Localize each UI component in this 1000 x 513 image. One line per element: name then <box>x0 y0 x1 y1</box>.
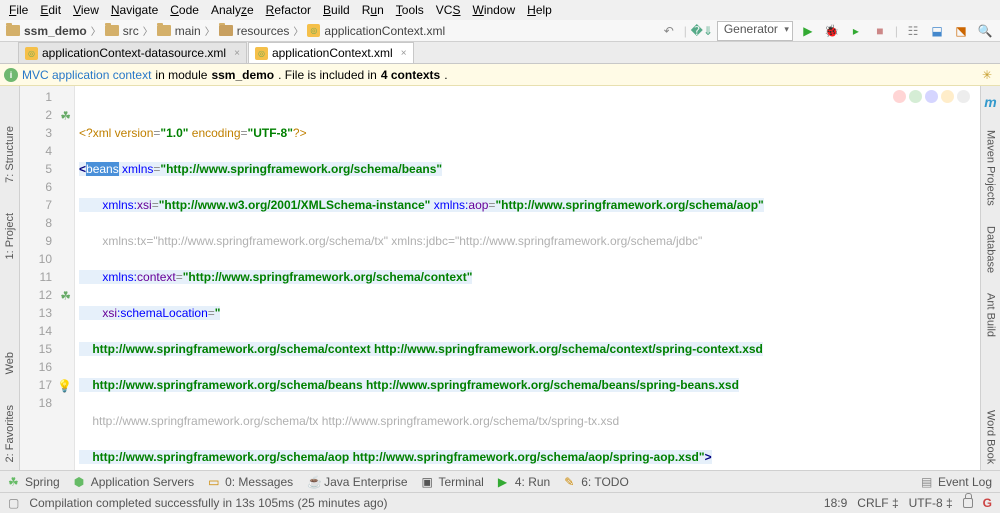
menu-run[interactable]: Run <box>357 1 389 19</box>
spring-bean-icon[interactable]: ☘ <box>57 107 71 121</box>
menu-view[interactable]: View <box>68 1 104 19</box>
tool-javaee[interactable]: ☕Java Enterprise <box>307 475 407 489</box>
bulb-icon[interactable]: 💡 <box>57 377 71 391</box>
xml-file-icon: ◎ <box>307 24 320 37</box>
breadcrumb-main[interactable]: main <box>175 24 201 38</box>
menu-navigate[interactable]: Navigate <box>106 1 163 19</box>
error-indicator-icon <box>893 90 906 103</box>
run-button[interactable]: ▶ <box>799 22 817 40</box>
editor-tabs: ◎ applicationContext-datasource.xml × ◎ … <box>0 42 1000 64</box>
sdk-button[interactable]: ⬓ <box>928 22 946 40</box>
close-icon[interactable]: × <box>401 48 407 59</box>
menu-edit[interactable]: Edit <box>35 1 66 19</box>
xml-file-icon: ◎ <box>25 47 38 60</box>
hint-text: in module <box>155 68 207 82</box>
chevron-right-icon: 〉 <box>293 23 303 38</box>
context-hint-bar: i MVC application context in module ssm_… <box>0 64 1000 86</box>
maven-icon: m <box>984 94 996 110</box>
off-indicator-icon <box>957 90 970 103</box>
folder-icon <box>105 25 119 36</box>
tab-appcontext[interactable]: ◎ applicationContext.xml × <box>248 42 414 63</box>
caret-position[interactable]: 18:9 <box>824 496 847 510</box>
hint-text: . File is included in <box>278 68 377 82</box>
menu-code[interactable]: Code <box>165 1 204 19</box>
menu-tools[interactable]: Tools <box>391 1 429 19</box>
resources-folder-icon <box>219 25 233 36</box>
xml-file-icon: ◎ <box>255 47 268 60</box>
stop-button[interactable]: ■ <box>871 22 889 40</box>
tool-favorites[interactable]: 2: Favorites <box>4 405 16 462</box>
status-message: Compilation completed successfully in 13… <box>29 496 387 510</box>
tool-structure[interactable]: 7: Structure <box>4 126 16 183</box>
file-encoding[interactable]: UTF-8 ‡ <box>909 496 953 510</box>
menu-file[interactable]: File <box>4 1 33 19</box>
project-structure-button[interactable]: ☷ <box>904 22 922 40</box>
tab-label: applicationContext-datasource.xml <box>42 46 226 60</box>
editor: 12345 678910 1112131415 161718 ☘ ☘ 💡 <?x… <box>20 86 980 470</box>
goto-icon[interactable]: G <box>983 496 992 510</box>
coverage-button[interactable]: ▸ <box>847 22 865 40</box>
gutter: 12345 678910 1112131415 161718 ☘ ☘ 💡 <box>20 86 75 470</box>
main-area: 7: Structure 1: Project Web 2: Favorites… <box>0 86 1000 470</box>
menu-bar: File Edit View Navigate Code Analyze Ref… <box>0 0 1000 20</box>
tab-label: applicationContext.xml <box>272 46 393 60</box>
status-hide-button[interactable]: ▢ <box>8 496 19 510</box>
tool-wordbook[interactable]: Word Book <box>985 410 997 464</box>
info-icon: i <box>4 68 18 82</box>
lock-icon[interactable] <box>963 498 973 508</box>
hint-link[interactable]: MVC application context <box>22 68 151 82</box>
chevron-right-icon: 〉 <box>91 23 101 38</box>
search-button[interactable]: 🔍 <box>976 22 994 40</box>
debug-button[interactable]: 🐞 <box>823 22 841 40</box>
breadcrumb-src[interactable]: src <box>123 24 139 38</box>
info-indicator-icon <box>925 90 938 103</box>
gear-icon[interactable]: ✳ <box>982 68 992 82</box>
ok-indicator-icon <box>909 90 922 103</box>
tool-ant[interactable]: Ant Build <box>985 293 997 337</box>
tool-project[interactable]: 1: Project <box>4 213 16 259</box>
tool-todo[interactable]: ✎6: TODO <box>564 475 629 489</box>
close-icon[interactable]: × <box>234 48 240 59</box>
warn-indicator-icon <box>941 90 954 103</box>
build-button[interactable]: �⇓ <box>693 22 711 40</box>
right-tool-strip: m Maven Projects Database Ant Build Word… <box>980 86 1000 470</box>
run-config-combo[interactable]: Generator <box>717 21 793 41</box>
chevron-right-icon: 〉 <box>143 23 153 38</box>
menu-vcs[interactable]: VCS <box>431 1 466 19</box>
tool-database[interactable]: Database <box>985 226 997 273</box>
bottom-tool-strip: ☘Spring ⬢Application Servers ▭0: Message… <box>0 470 1000 492</box>
spring-bean-icon[interactable]: ☘ <box>57 287 71 301</box>
left-tool-strip: 7: Structure 1: Project Web 2: Favorites <box>0 86 20 470</box>
folder-icon <box>157 25 171 36</box>
menu-help[interactable]: Help <box>522 1 557 19</box>
tool-terminal[interactable]: ▣Terminal <box>422 475 484 489</box>
tool-web[interactable]: Web <box>4 352 16 374</box>
settings-button[interactable]: ⬔ <box>952 22 970 40</box>
breadcrumb-file[interactable]: applicationContext.xml <box>324 24 445 38</box>
navigation-bar: ssm_demo 〉 src 〉 main 〉 resources 〉 ◎ ap… <box>0 20 1000 42</box>
tab-datasource[interactable]: ◎ applicationContext-datasource.xml × <box>18 42 247 63</box>
chevron-right-icon: 〉 <box>205 23 215 38</box>
inspection-indicators <box>893 90 970 103</box>
tool-maven[interactable]: Maven Projects <box>985 130 997 206</box>
tool-run[interactable]: ▶4: Run <box>498 475 550 489</box>
menu-refactor[interactable]: Refactor <box>261 1 316 19</box>
tool-eventlog[interactable]: ▤Event Log <box>921 475 992 489</box>
menu-build[interactable]: Build <box>318 1 355 19</box>
code-area[interactable]: <?xml version="1.0" encoding="UTF-8"?> <… <box>75 86 980 470</box>
hint-module: ssm_demo <box>211 68 274 82</box>
back-button[interactable]: ↶ <box>660 22 678 40</box>
breadcrumb-resources[interactable]: resources <box>237 24 290 38</box>
project-icon <box>6 25 20 36</box>
hint-contexts: 4 contexts <box>381 68 440 82</box>
menu-window[interactable]: Window <box>467 1 520 19</box>
line-separator[interactable]: CRLF ‡ <box>857 496 898 510</box>
hint-text: . <box>444 68 447 82</box>
tool-messages[interactable]: ▭0: Messages <box>208 475 293 489</box>
tool-appservers[interactable]: ⬢Application Servers <box>74 475 194 489</box>
breadcrumb-project[interactable]: ssm_demo <box>24 24 87 38</box>
tool-spring[interactable]: ☘Spring <box>8 475 60 489</box>
menu-analyze[interactable]: Analyze <box>206 1 259 19</box>
status-bar: ▢ Compilation completed successfully in … <box>0 492 1000 513</box>
